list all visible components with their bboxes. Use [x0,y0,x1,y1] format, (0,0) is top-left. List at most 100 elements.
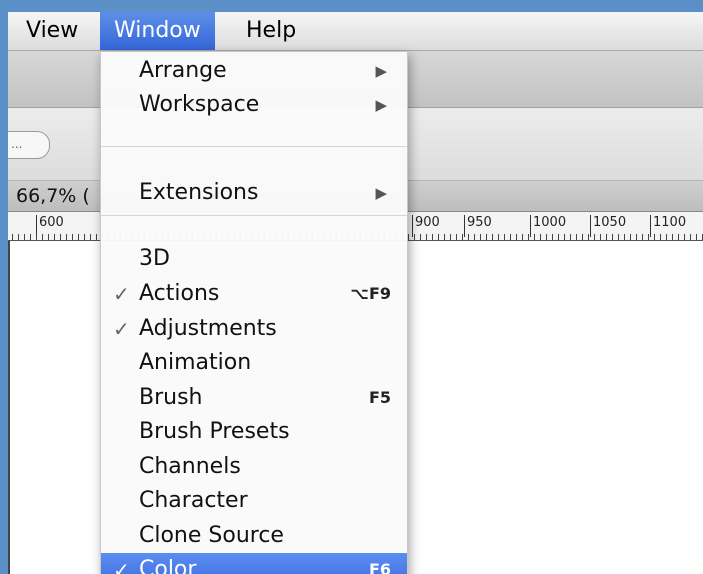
ruler-tick [642,234,643,240]
ruler-tick [558,234,559,240]
checkmark-icon: ✓ [113,558,130,574]
menu-item-label: Arrange [139,58,227,83]
ruler-tick [42,234,43,240]
ruler-tick [636,234,637,240]
ruler-tick [624,234,625,240]
menu-item-arrange[interactable]: Arrange ▶ [101,54,407,88]
ruler-tick [654,234,655,240]
ruler-tick [486,234,487,240]
ruler-tick [60,234,61,240]
ruler-tick [504,234,505,240]
ruler-tick [648,234,649,240]
checkmark-icon: ✓ [113,317,130,341]
ruler-tick [474,234,475,240]
ruler-tick [12,234,13,240]
ruler-tick [666,234,667,240]
menu-item-extensions[interactable]: Extensions ▶ [101,176,407,210]
ruler-tick [696,234,697,240]
menu-item-color[interactable]: ✓ Color F6 [101,553,407,574]
menu-item-clone-source[interactable]: Clone Source [101,519,407,553]
app-window: View Window Help ... 66,7% ( 600 900 950… [8,12,703,574]
ruler-tick [672,234,673,240]
submenu-arrow-icon: ▶ [375,62,387,80]
ruler-tick [600,234,601,240]
ruler-tick [426,234,427,240]
ruler-tick [588,234,589,240]
ruler-tick [84,234,85,240]
ruler-tick [480,234,481,240]
ruler-tick [72,234,73,240]
menu-item-label: 3D [139,246,170,271]
ruler-tick [546,234,547,240]
menu-separator [101,215,407,216]
ruler-label: 1050 [590,215,626,237]
ruler-tick [612,234,613,240]
menu-item-shortcut: F6 [368,560,391,574]
ruler-tick [30,234,31,240]
menu-item-3d[interactable]: 3D [101,242,407,276]
menu-item-character[interactable]: Character [101,484,407,518]
ruler-tick [552,234,553,240]
ruler-tick [594,234,595,240]
menu-bar: View Window Help [8,12,703,51]
checkmark-icon: ✓ [113,282,130,306]
submenu-arrow-icon: ▶ [375,96,387,114]
ruler-tick [678,234,679,240]
menu-item-channels[interactable]: Channels [101,450,407,484]
ruler-tick [36,234,37,240]
menu-item-actions[interactable]: ✓ Actions ⌥F9 [101,277,407,311]
ruler-label: 1000 [530,215,566,237]
ruler-tick [690,234,691,240]
ruler-tick [630,234,631,240]
menu-item-label: Color [139,557,197,574]
ruler-tick [18,234,19,240]
ruler-tick [540,234,541,240]
ruler-tick [528,234,529,240]
menu-item-animation[interactable]: Animation [101,346,407,380]
menu-item-brush[interactable]: Brush F5 [101,381,407,415]
ruler-tick [408,234,409,240]
ruler-tick [606,234,607,240]
window-menu-dropdown: Arrange ▶ Workspace ▶ Extensions ▶ 3D ✓ … [100,51,408,574]
ruler-tick [534,234,535,240]
menu-item-label: Character [139,488,248,513]
ruler-tick [432,234,433,240]
menu-help[interactable]: Help [232,12,310,50]
ruler-tick [96,234,97,240]
ruler-tick [498,234,499,240]
options-pill-button[interactable]: ... [8,131,50,159]
menu-item-label: Animation [139,350,252,375]
menu-separator [101,146,407,147]
ruler-tick [90,234,91,240]
menu-item-label: Workspace [139,92,260,117]
ruler-tick [492,234,493,240]
ruler-tick [516,234,517,240]
menu-item-label: Channels [139,454,241,479]
submenu-arrow-icon: ▶ [375,184,387,202]
ruler-tick [576,234,577,240]
menu-window[interactable]: Window [100,12,215,50]
menu-item-shortcut: F5 [368,388,391,407]
menu-item-label: Actions [139,281,220,306]
menu-item-label: Clone Source [139,523,284,548]
ruler-tick [618,234,619,240]
menu-view[interactable]: View [12,12,92,50]
menu-item-adjustments[interactable]: ✓ Adjustments [101,312,407,346]
menu-item-label: Brush Presets [139,419,290,444]
ruler-tick [684,234,685,240]
ruler-tick [468,234,469,240]
ruler-tick [564,234,565,240]
ruler-tick [444,234,445,240]
zoom-label: 66,7% ( [16,185,90,207]
ruler-tick [414,234,415,240]
ruler-tick [660,234,661,240]
menu-item-label: Adjustments [139,316,277,341]
ruler-tick [54,234,55,240]
ruler-label: 1100 [650,215,686,237]
ruler-tick [522,234,523,240]
ruler-tick [450,234,451,240]
menu-item-workspace[interactable]: Workspace ▶ [101,88,407,122]
ruler-tick [78,234,79,240]
ruler-tick [570,234,571,240]
menu-item-brush-presets[interactable]: Brush Presets [101,415,407,449]
